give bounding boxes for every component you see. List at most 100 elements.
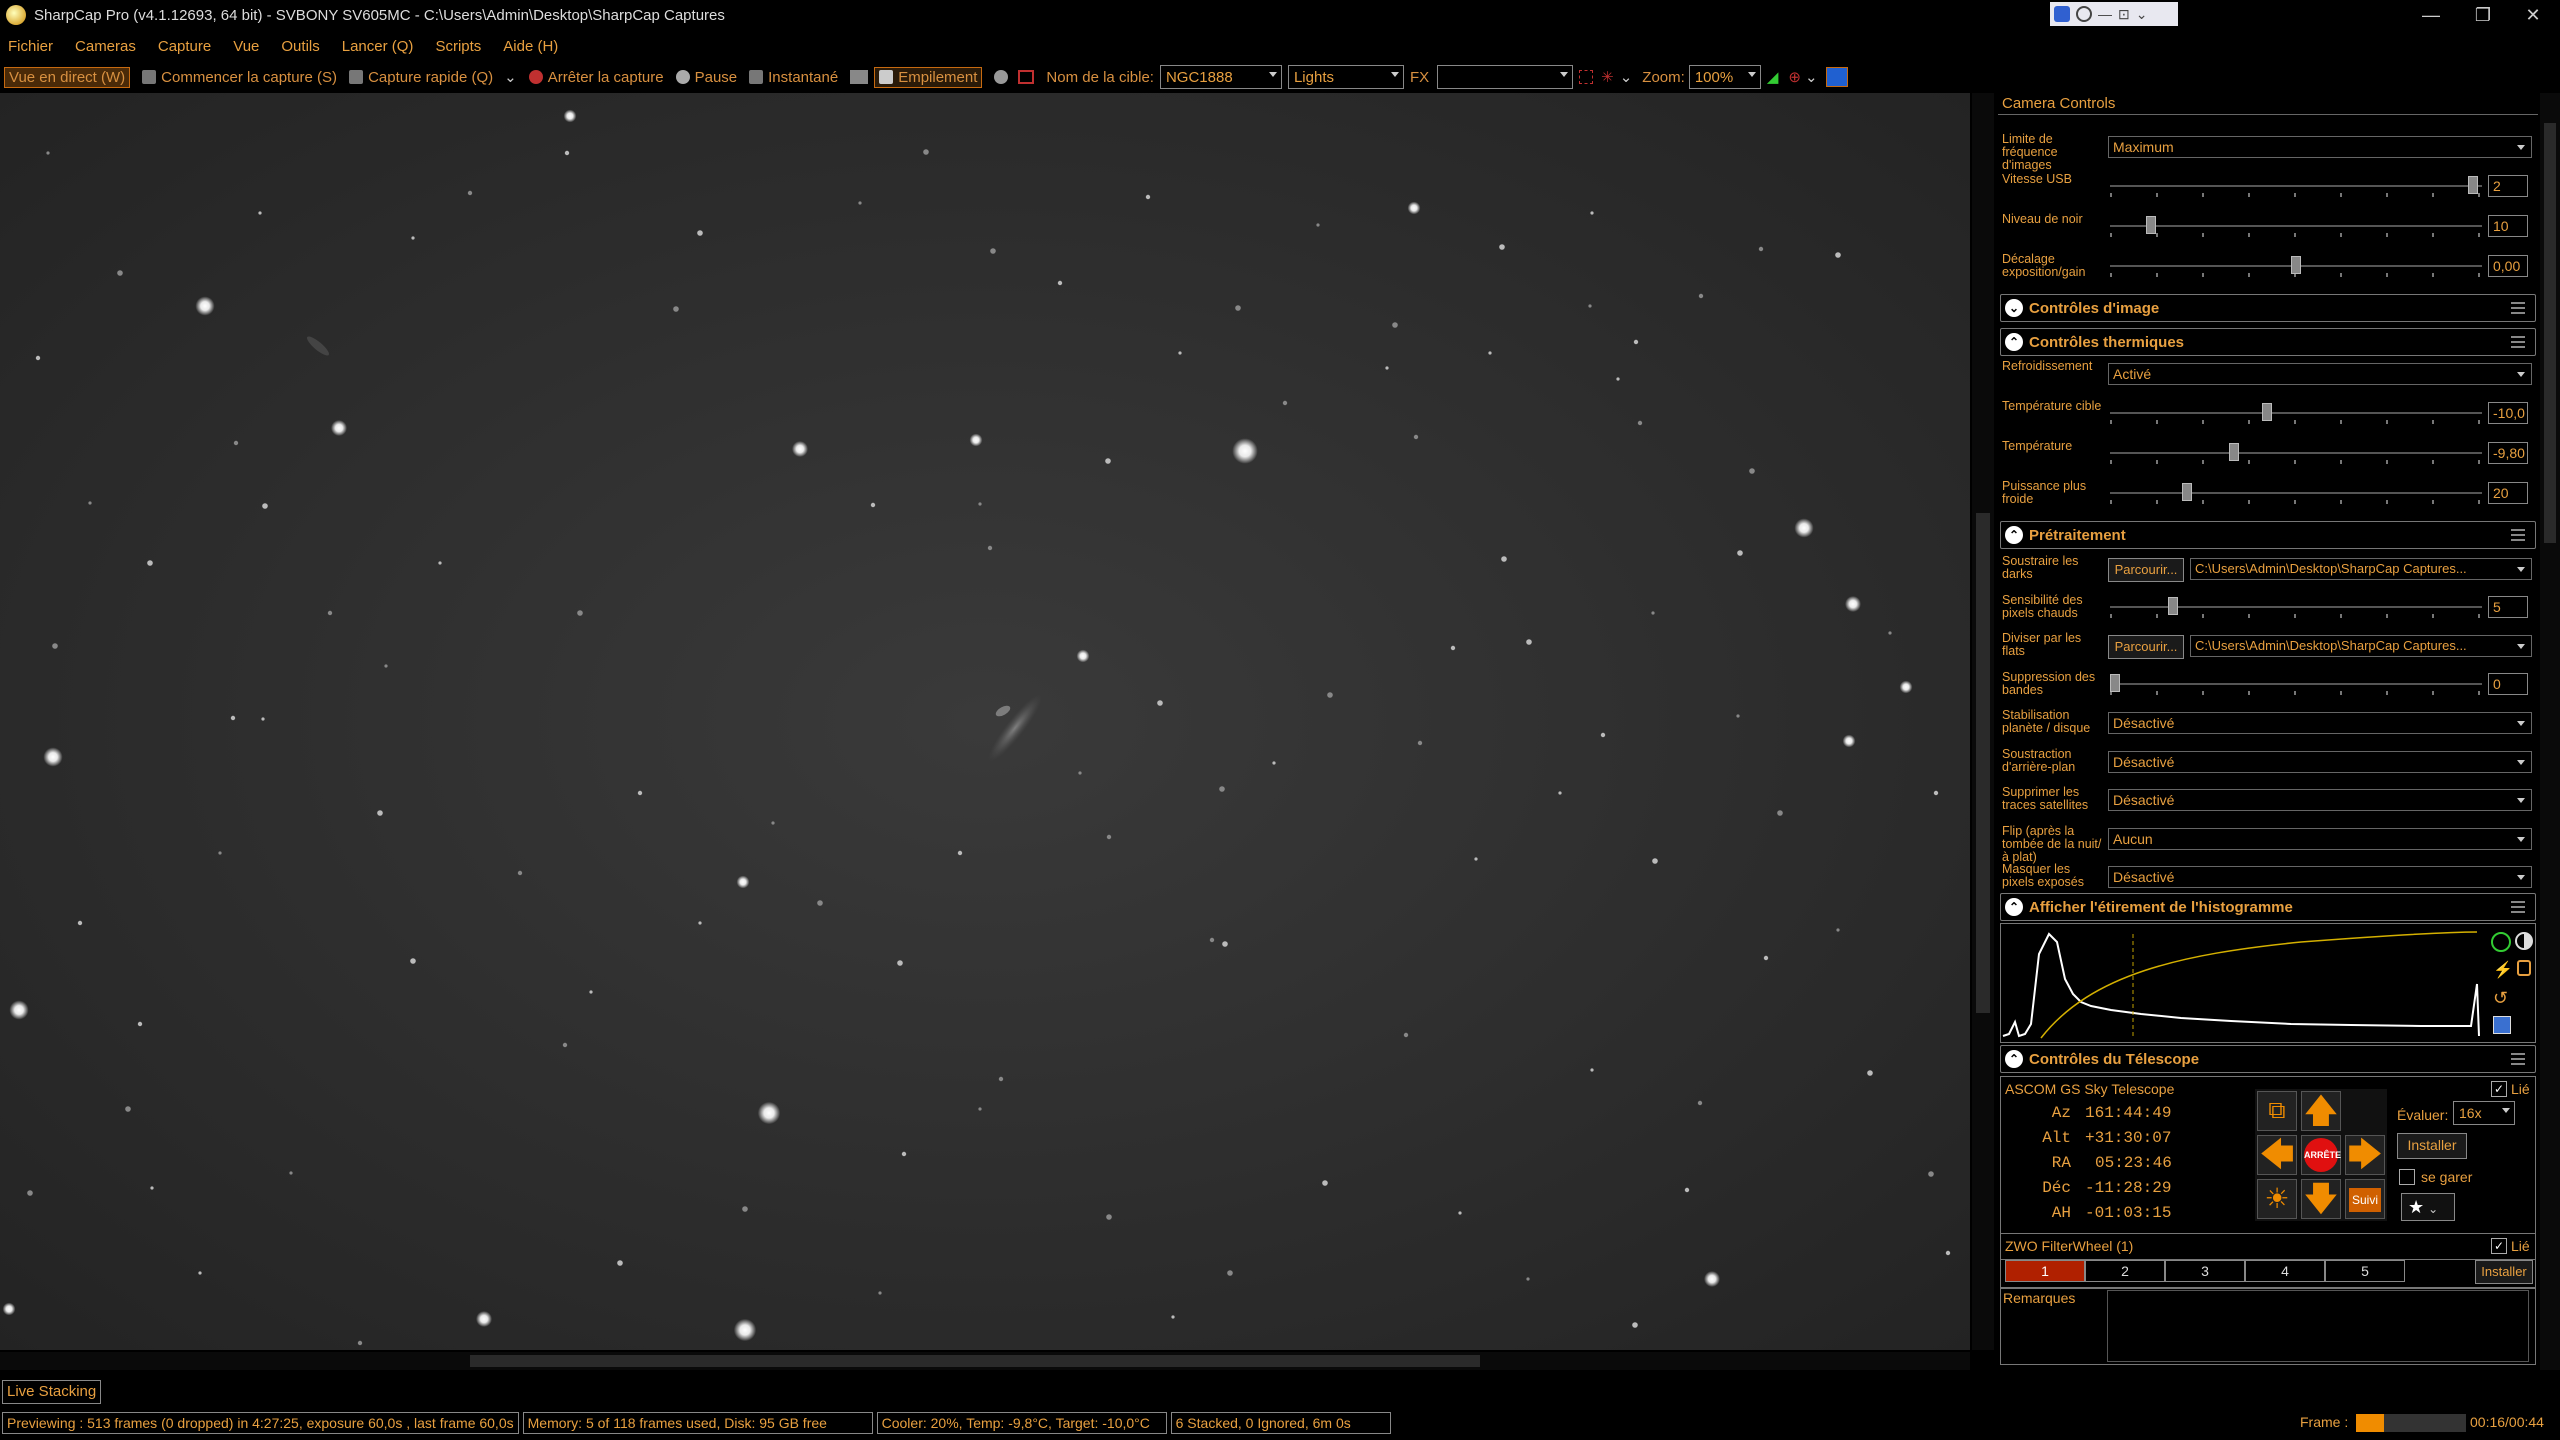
- horizontal-scrollbar[interactable]: [0, 1352, 1970, 1370]
- slider-value-input[interactable]: 0: [2488, 672, 2528, 695]
- vertical-scrollbar[interactable]: [1972, 93, 1994, 1350]
- goto-icon[interactable]: ⧉: [2257, 1091, 2297, 1131]
- crosshair-icon[interactable]: ✳: [1601, 68, 1614, 86]
- menu-lancer[interactable]: Lancer (Q): [342, 38, 414, 55]
- slider-knob[interactable]: [2291, 256, 2301, 274]
- scroll-thumb[interactable]: [470, 1355, 1480, 1367]
- menu-aide[interactable]: Aide (H): [503, 38, 558, 55]
- chevron-down-icon[interactable]: ⌄: [1620, 68, 1633, 86]
- stacking-button[interactable]: Empilement: [874, 66, 983, 88]
- slider-knob[interactable]: [2262, 403, 2273, 421]
- start-capture-button[interactable]: Commencer la capture (S): [142, 69, 337, 86]
- minimize-small-icon[interactable]: —: [2098, 6, 2112, 22]
- stop-button[interactable]: ARRÊTE: [2301, 1135, 2341, 1175]
- scroll-thumb[interactable]: [1976, 513, 1990, 1013]
- file-path-select[interactable]: C:\Users\Admin\Desktop\SharpCap Captures…: [2190, 558, 2532, 580]
- histogram-icon[interactable]: ◢: [1767, 68, 1779, 86]
- minimize-icon[interactable]: —: [2408, 0, 2454, 30]
- slider-knob[interactable]: [2229, 443, 2240, 461]
- menu-icon[interactable]: [2511, 302, 2525, 314]
- menu-scripts[interactable]: Scripts: [435, 38, 481, 55]
- zoom-combo[interactable]: 100%: [1688, 65, 1761, 89]
- control-select[interactable]: Activé: [2108, 363, 2532, 385]
- menu-vue[interactable]: Vue: [233, 38, 259, 55]
- section-histogram[interactable]: ⌃ Afficher l'étirement de l'histogramme: [2000, 893, 2536, 921]
- arrow-right-icon[interactable]: 🡆: [2345, 1135, 2385, 1175]
- filter-install-button[interactable]: Installer: [2475, 1260, 2533, 1284]
- slider-knob[interactable]: [2468, 176, 2479, 194]
- section-preprocessing[interactable]: ⌃ Prétraitement: [2000, 521, 2536, 549]
- control-select[interactable]: Aucun: [2108, 827, 2532, 850]
- selection-icon[interactable]: [1579, 70, 1594, 84]
- record-icon[interactable]: [994, 70, 1009, 84]
- monitor-icon[interactable]: [850, 70, 869, 84]
- slider-track[interactable]: [2110, 452, 2482, 454]
- menu-icon[interactable]: [2511, 529, 2525, 541]
- slider-knob[interactable]: [2110, 673, 2120, 692]
- lightning-icon[interactable]: ⚡: [2493, 960, 2513, 980]
- star-button[interactable]: ★ ⌄: [2401, 1193, 2455, 1221]
- overlay-icon[interactable]: [2054, 6, 2070, 22]
- slider-value-input[interactable]: 10: [2488, 215, 2528, 237]
- notes-textarea[interactable]: [2107, 1290, 2529, 1362]
- settings-icon[interactable]: [2076, 6, 2092, 22]
- slider-knob[interactable]: [2182, 483, 2193, 501]
- restore-small-icon[interactable]: ⊡: [2118, 6, 2130, 23]
- calendar-icon[interactable]: [1018, 70, 1035, 84]
- slider-value-input[interactable]: 5: [2488, 595, 2528, 618]
- slider-value-input[interactable]: 20: [2488, 482, 2528, 504]
- menu-fichier[interactable]: Fichier: [8, 38, 53, 55]
- histogram-display[interactable]: ⚡ ↺: [2000, 923, 2536, 1043]
- slider-value-input[interactable]: 2: [2488, 175, 2528, 197]
- menu-icon[interactable]: [2511, 901, 2525, 913]
- arrow-left-icon[interactable]: 🡄: [2257, 1135, 2297, 1175]
- annotation-icon[interactable]: [1825, 67, 1848, 87]
- menu-icon[interactable]: [2511, 336, 2525, 348]
- slider-value-input[interactable]: 0,00: [2488, 255, 2528, 277]
- slider-value-input[interactable]: -10,0: [2488, 402, 2528, 424]
- browse-button[interactable]: Parcourir...: [2108, 635, 2184, 659]
- slider-track[interactable]: [2110, 225, 2482, 227]
- fx-combo[interactable]: [1437, 65, 1574, 89]
- arrow-down-icon[interactable]: 🡇: [2301, 1179, 2341, 1219]
- telescope-linked-checkbox[interactable]: ✓: [2491, 1081, 2507, 1097]
- filter-linked-checkbox[interactable]: ✓: [2491, 1238, 2507, 1254]
- save-icon[interactable]: [2493, 1016, 2511, 1034]
- panel-scrollbar[interactable]: [2540, 93, 2560, 1370]
- slider-knob[interactable]: [2167, 596, 2178, 615]
- park-checkbox[interactable]: [2399, 1169, 2415, 1185]
- section-telescope[interactable]: ⌃ Contrôles du Télescope: [2000, 1045, 2536, 1073]
- tracking-button[interactable]: Suivi: [2345, 1179, 2385, 1219]
- control-select[interactable]: Désactivé: [2108, 712, 2532, 734]
- slider-track[interactable]: [2110, 185, 2482, 187]
- rate-combo[interactable]: 16x: [2453, 1101, 2515, 1125]
- slider-value-input[interactable]: -9,80: [2488, 442, 2528, 464]
- arrow-up-icon[interactable]: 🡅: [2301, 1091, 2341, 1131]
- chevron-down-icon[interactable]: ⌄: [1805, 68, 1818, 86]
- stop-capture-button[interactable]: Arrêter la capture: [528, 69, 664, 86]
- sun-icon[interactable]: ☀: [2257, 1179, 2297, 1219]
- slider-track[interactable]: [2110, 492, 2482, 494]
- filter-slot-4[interactable]: 4: [2245, 1260, 2325, 1282]
- auto-stretch-icon[interactable]: [2491, 932, 2511, 952]
- section-thermal-controls[interactable]: ⌃ Contrôles thermiques: [2000, 328, 2536, 356]
- live-view-button[interactable]: Vue en direct (W): [4, 66, 131, 88]
- slider-track[interactable]: [2110, 605, 2482, 608]
- target-name-combo[interactable]: NGC1888: [1159, 65, 1282, 89]
- menu-icon[interactable]: [2511, 1053, 2525, 1065]
- maximize-icon[interactable]: ❐: [2460, 0, 2506, 30]
- chevron-down-icon[interactable]: ⌄: [2136, 6, 2148, 23]
- reset-icon[interactable]: ↺: [2493, 988, 2508, 1009]
- contrast-icon[interactable]: [2515, 932, 2533, 950]
- reticle-icon[interactable]: ⊕: [1788, 68, 1801, 86]
- menu-outils[interactable]: Outils: [281, 38, 319, 55]
- control-select[interactable]: Désactivé: [2108, 750, 2532, 773]
- chevron-down-icon[interactable]: ⌄: [504, 68, 517, 86]
- filter-slot-2[interactable]: 2: [2085, 1260, 2165, 1282]
- slider-knob[interactable]: [2146, 216, 2157, 234]
- image-viewport[interactable]: [0, 93, 1970, 1350]
- scroll-thumb[interactable]: [2544, 123, 2556, 543]
- filter-slot-3[interactable]: 3: [2165, 1260, 2245, 1282]
- control-select[interactable]: Désactivé: [2108, 866, 2532, 888]
- menu-cameras[interactable]: Cameras: [75, 38, 136, 55]
